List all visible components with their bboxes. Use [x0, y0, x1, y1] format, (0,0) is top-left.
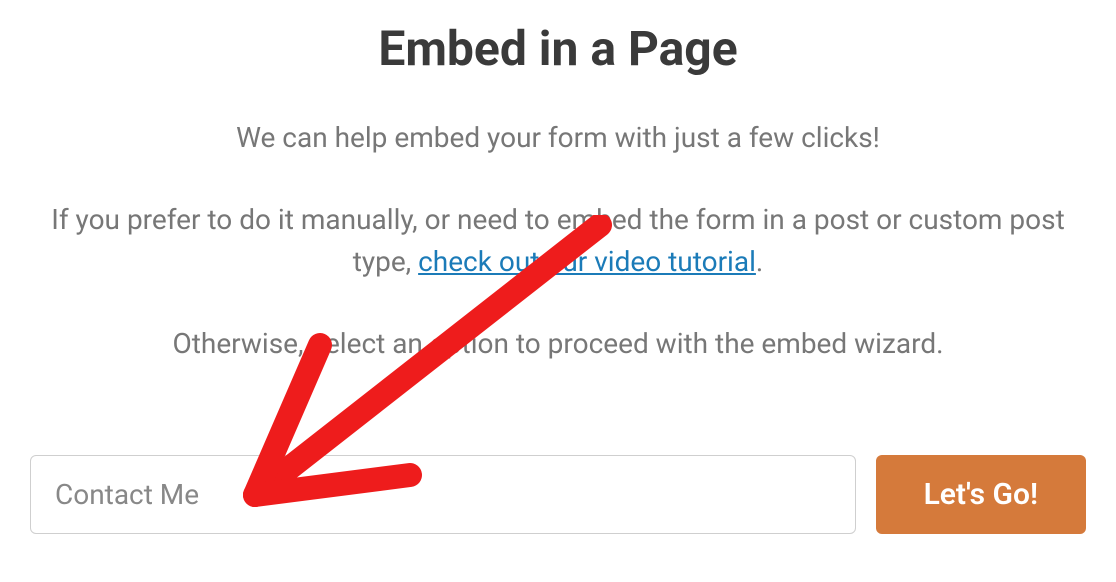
action-row: Let's Go!: [30, 455, 1086, 534]
embed-modal: Embed in a Page We can help embed your f…: [30, 20, 1086, 534]
modal-subtitle: We can help embed your form with just a …: [30, 117, 1086, 159]
manual-suffix: .: [756, 245, 763, 278]
wizard-instruction: Otherwise, select an option to proceed w…: [30, 323, 1086, 365]
page-select-input[interactable]: [30, 455, 856, 534]
video-tutorial-link[interactable]: check out our video tutorial: [418, 245, 756, 278]
lets-go-button[interactable]: Let's Go!: [876, 455, 1086, 534]
modal-title: Embed in a Page: [30, 20, 1086, 77]
manual-instruction: If you prefer to do it manually, or need…: [30, 199, 1086, 283]
